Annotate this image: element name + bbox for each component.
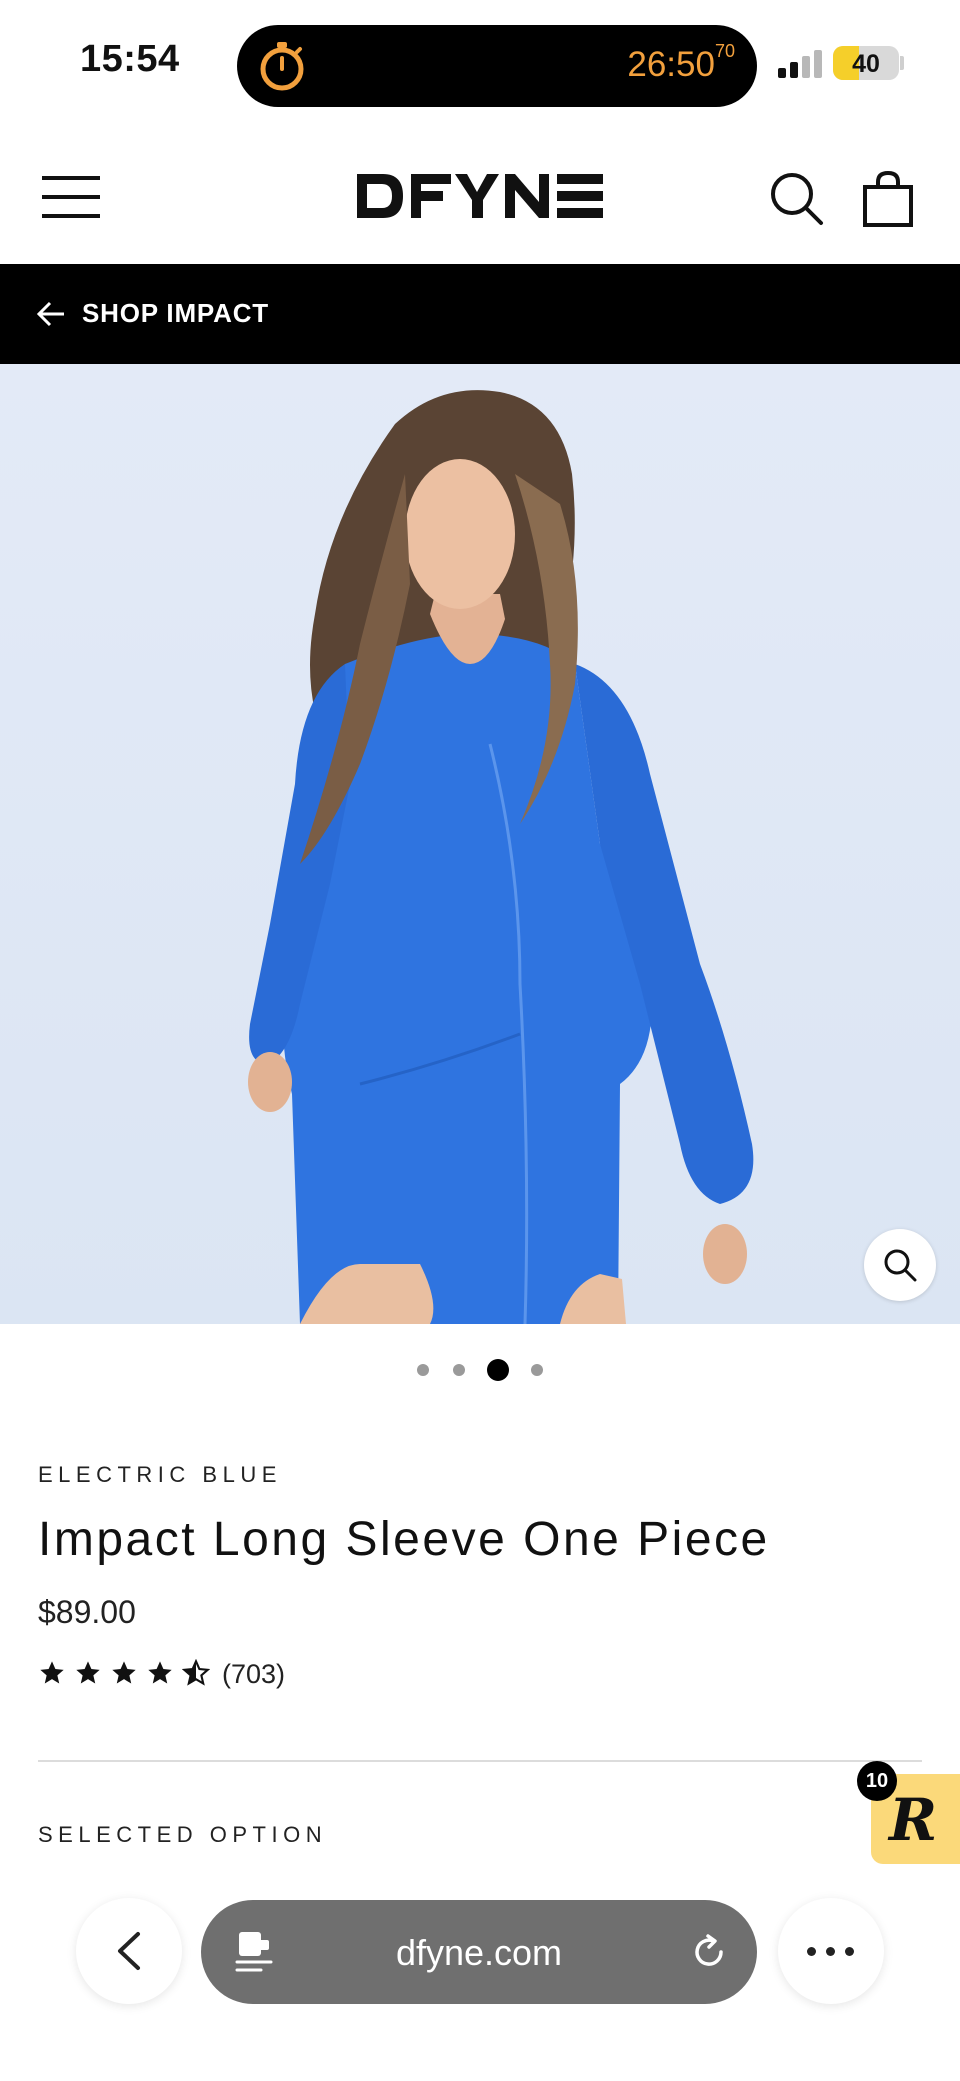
more-dots-icon bbox=[826, 1947, 835, 1956]
rewards-logo-icon: R bbox=[889, 1786, 938, 1854]
more-options-button[interactable] bbox=[778, 1898, 884, 2004]
arrow-left-icon bbox=[36, 301, 64, 327]
gallery-dot[interactable] bbox=[531, 1364, 543, 1376]
star-icon bbox=[148, 1661, 172, 1684]
gallery-dot-active[interactable] bbox=[487, 1359, 509, 1381]
cellular-signal-icon bbox=[778, 48, 824, 78]
status-bar: 15:54 26:5070 40 bbox=[0, 0, 960, 130]
stopwatch-icon bbox=[260, 42, 304, 91]
selected-option-label: SELECTED OPTION bbox=[38, 1822, 328, 1847]
product-title: Impact Long Sleeve One Piece bbox=[38, 1513, 770, 1566]
star-icon bbox=[112, 1661, 136, 1684]
status-time: 15:54 bbox=[80, 38, 180, 80]
star-icon bbox=[76, 1661, 100, 1684]
product-image[interactable] bbox=[0, 364, 960, 1324]
zoom-icon bbox=[884, 1249, 917, 1282]
url-text: dfyne.com bbox=[395, 1932, 563, 1973]
back-chevron-icon bbox=[118, 1932, 140, 1970]
star-icon bbox=[40, 1661, 64, 1684]
more-dots-icon bbox=[807, 1947, 816, 1956]
battery-cap bbox=[900, 56, 904, 70]
model-illustration bbox=[248, 390, 754, 1324]
product-color-name: ELECTRIC BLUE bbox=[38, 1462, 282, 1487]
dynamic-island[interactable]: 26:5070 bbox=[237, 25, 757, 107]
collection-back-bar[interactable]: SHOP IMPACT bbox=[0, 264, 960, 364]
dfyne-logo[interactable] bbox=[355, 166, 605, 226]
collection-link-label: SHOP IMPACT bbox=[82, 298, 269, 328]
review-count: (703) bbox=[222, 1659, 286, 1689]
more-dots-icon bbox=[845, 1947, 854, 1956]
product-price: $89.00 bbox=[38, 1594, 136, 1630]
reload-icon[interactable] bbox=[691, 1934, 727, 1970]
gallery-pagination bbox=[0, 1358, 960, 1382]
battery-level: 40 bbox=[852, 50, 880, 78]
timer-readout: 26:5070 bbox=[627, 41, 735, 84]
battery-icon: 40 bbox=[833, 46, 899, 80]
shopping-bag-icon[interactable] bbox=[862, 170, 914, 228]
hamburger-menu-icon[interactable] bbox=[42, 174, 100, 220]
zoom-button[interactable] bbox=[864, 1229, 936, 1301]
site-header bbox=[0, 130, 960, 264]
address-bar[interactable]: dfyne.com bbox=[201, 1900, 757, 2004]
gallery-dot[interactable] bbox=[417, 1364, 429, 1376]
half-star-icon bbox=[182, 1659, 210, 1686]
gallery-dot[interactable] bbox=[453, 1364, 465, 1376]
section-divider bbox=[38, 1760, 922, 1762]
search-icon[interactable] bbox=[768, 170, 824, 226]
rewards-badge: 10 bbox=[857, 1761, 897, 1801]
browser-back-button[interactable] bbox=[76, 1898, 182, 2004]
